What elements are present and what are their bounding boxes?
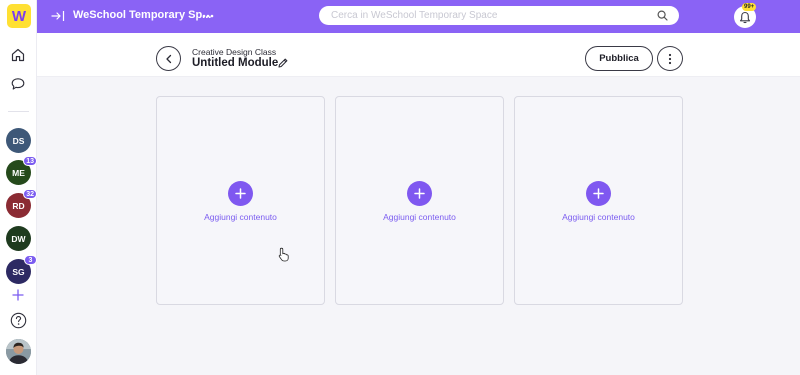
space-avatar-sg[interactable]: SG 3 [6, 255, 37, 284]
content-slot[interactable]: Aggiungi contenuto [156, 96, 325, 305]
space-initials: SG [12, 266, 25, 277]
plus-icon [593, 188, 604, 199]
add-content-label[interactable]: Aggiungi contenuto [336, 212, 503, 222]
add-content-label[interactable]: Aggiungi contenuto [515, 212, 682, 222]
app-root: W DS ME 13 RD 32 DW SG 3 WeSchool Tempor… [0, 0, 800, 375]
mouse-pointer-icon [278, 247, 289, 262]
space-title[interactable]: WeSchool Temporary Sp... [73, 9, 211, 21]
left-sidebar: W DS ME 13 RD 32 DW SG 3 [0, 0, 37, 375]
more-options-icon[interactable] [201, 9, 215, 23]
search-icon[interactable] [657, 10, 668, 21]
space-initials: ME [12, 167, 25, 178]
breadcrumb-class-name: Creative Design Class [192, 47, 277, 57]
logo-letter: W [11, 7, 27, 25]
weschool-logo[interactable]: W [7, 4, 31, 28]
sidebar-divider [8, 111, 29, 112]
publish-button[interactable]: Pubblica [585, 46, 653, 71]
search-input[interactable] [331, 8, 641, 23]
kebab-menu-icon [668, 53, 672, 64]
help-icon[interactable] [9, 311, 27, 329]
chevron-left-icon [165, 54, 171, 63]
expand-sidebar-icon[interactable] [51, 8, 65, 24]
edit-pencil-icon[interactable] [277, 57, 289, 69]
add-content-button[interactable] [228, 181, 253, 206]
add-content-button[interactable] [586, 181, 611, 206]
page-title: Untitled Module [192, 57, 279, 69]
notifications-badge: 99+ [742, 3, 757, 11]
back-button[interactable] [156, 46, 181, 71]
search-bar[interactable] [319, 6, 679, 25]
space-avatar-rd[interactable]: RD 32 [6, 189, 37, 218]
content-slot[interactable]: Aggiungi contenuto [335, 96, 504, 305]
unread-badge: 13 [23, 156, 37, 166]
space-avatar-dw[interactable]: DW [6, 226, 31, 251]
plus-icon [235, 188, 246, 199]
user-avatar[interactable] [6, 339, 31, 364]
module-header: Creative Design Class Untitled Module Pu… [37, 33, 800, 77]
add-content-label[interactable]: Aggiungi contenuto [157, 212, 324, 222]
space-initials: DS [12, 135, 25, 146]
add-content-button[interactable] [407, 181, 432, 206]
plus-icon [414, 188, 425, 199]
content-slot[interactable]: Aggiungi contenuto [514, 96, 683, 305]
space-initials: DW [11, 233, 26, 244]
module-options-button[interactable] [657, 46, 683, 71]
top-bar: WeSchool Temporary Sp... [37, 0, 800, 33]
add-space-icon[interactable] [9, 286, 27, 304]
space-avatar-ds[interactable]: DS [6, 128, 31, 153]
chat-icon[interactable] [9, 75, 27, 93]
unread-badge: 32 [23, 189, 37, 199]
space-avatar-me[interactable]: ME 13 [6, 156, 37, 185]
home-icon[interactable] [9, 46, 27, 64]
unread-badge: 3 [24, 255, 37, 265]
space-initials: RD [12, 200, 25, 211]
